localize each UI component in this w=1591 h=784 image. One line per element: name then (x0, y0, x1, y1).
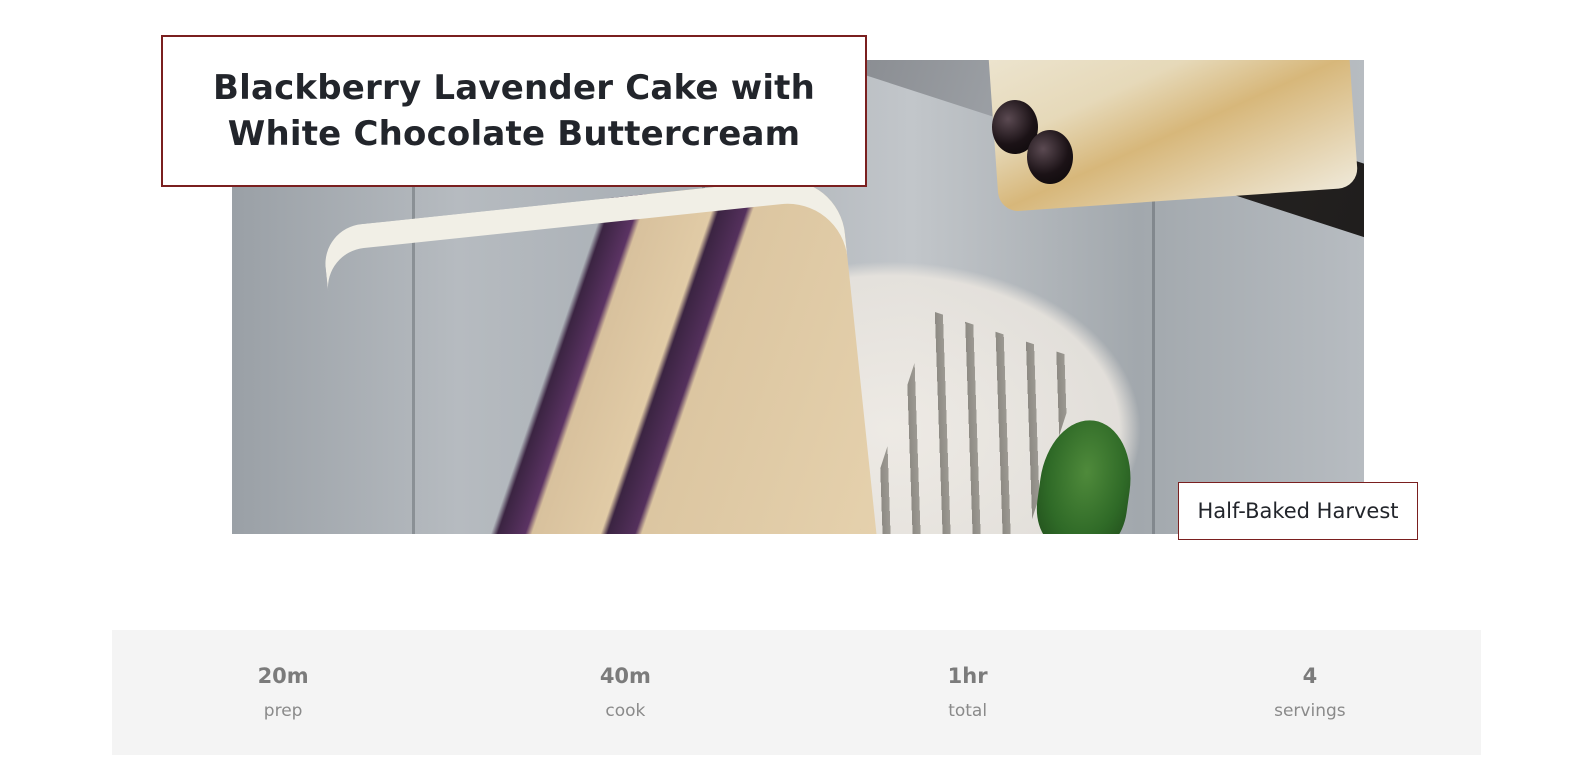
recipe-source-link[interactable]: Half-Baked Harvest (1178, 482, 1418, 540)
stat-label: cook (605, 700, 646, 721)
cake-slice-graphic (321, 173, 883, 534)
stat-value: 20m (257, 663, 309, 688)
stat-label: prep (263, 700, 303, 721)
recipe-title-card: Blackberry Lavender Cake with White Choc… (161, 35, 867, 187)
stat-value: 40m (599, 663, 651, 688)
recipe-title: Blackberry Lavender Cake with White Choc… (212, 68, 816, 154)
stat-total: 1hr total (797, 630, 1139, 755)
stat-label: total (948, 700, 988, 721)
stat-servings: 4 servings (1139, 630, 1481, 755)
recipe-stats-bar: 20m prep 40m cook 1hr total 4 servings (112, 630, 1481, 755)
blackberry-graphic (1027, 130, 1073, 184)
stat-prep: 20m prep (112, 630, 454, 755)
stat-value: 1hr (947, 663, 988, 688)
stat-cook: 40m cook (454, 630, 796, 755)
stat-value: 4 (1302, 663, 1318, 688)
stat-label: servings (1274, 700, 1346, 721)
